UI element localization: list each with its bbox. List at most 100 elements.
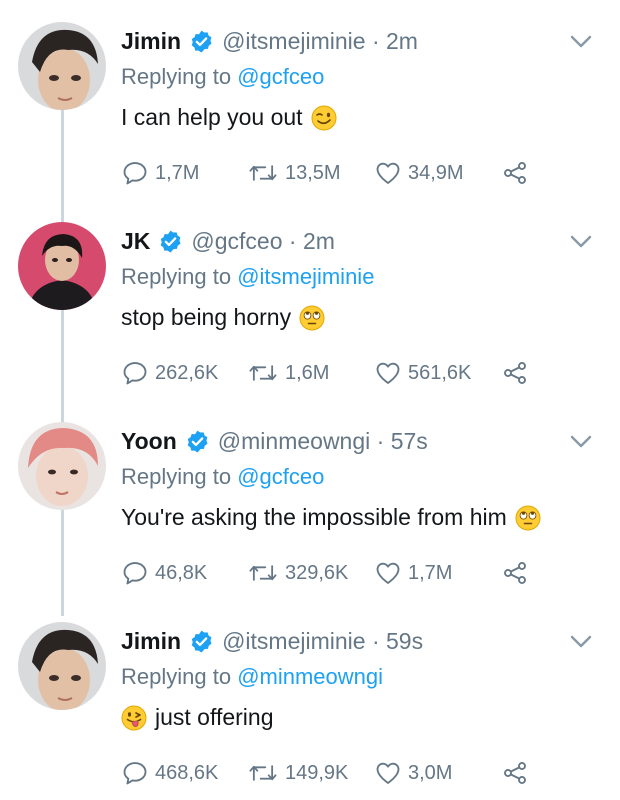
retweet-count: 149,9K [285,761,349,784]
face-with-rolling-eyes-emoji-icon [515,505,541,530]
chevron-down-icon[interactable] [570,635,592,649]
retweet-button[interactable]: 149,9K [247,758,348,788]
share-icon [504,362,526,384]
reply-count: 1,7M [155,161,200,184]
like-button[interactable]: 1,7M [374,558,452,588]
tweet-actions: 262,6K 1,6M 561,6K [121,358,541,388]
tweet-header: JK @gcfceo · 2m [121,226,335,256]
tweet-text-content: You're asking the impossible from him [121,504,507,530]
mention-link[interactable]: @itsmejiminie [237,264,374,289]
replying-to: Replying to @minmeowngi [121,664,383,690]
replying-to: Replying to @gcfceo [121,464,324,490]
tweet[interactable]: JK @gcfceo · 2m Replying to @itsmejimini… [0,200,620,400]
reply-button[interactable]: 1,7M [121,158,199,188]
avatar[interactable] [18,22,106,110]
replying-to: Replying to @gcfceo [121,64,324,90]
retweet-count: 329,6K [285,561,349,584]
avatar[interactable] [18,422,106,510]
display-name[interactable]: JK [121,228,150,255]
tweet-text: just offering [121,704,273,731]
retweet-icon [249,165,277,181]
user-handle[interactable]: @gcfceo [191,228,282,255]
heart-icon [376,162,400,184]
timestamp[interactable]: · 2m [289,228,335,255]
retweet-icon [249,365,277,381]
tweet-text: You're asking the impossible from him [121,504,541,531]
like-count: 3,0M [408,761,453,784]
avatar[interactable] [18,222,106,310]
replying-to-label: Replying to [121,464,238,489]
retweet-icon [249,765,277,781]
timestamp[interactable]: · 59s [372,628,423,655]
reply-icon [123,162,147,185]
tweet-text: stop being horny [121,304,325,331]
display-name[interactable]: Yoon [121,428,177,455]
verified-badge-icon [187,430,208,452]
reply-count: 468,6K [155,761,219,784]
retweet-button[interactable]: 13,5M [247,158,341,188]
reply-button[interactable]: 468,6K [121,758,218,788]
like-button[interactable]: 34,9M [374,158,464,188]
retweet-count: 1,6M [285,361,330,384]
verified-badge-icon [191,30,212,52]
reply-button[interactable]: 262,6K [121,358,218,388]
verified-badge-icon [161,230,181,252]
tweet-actions: 468,6K 149,9K 3,0M [121,758,541,788]
winking-face-emoji-icon [311,105,337,130]
like-count: 1,7M [408,561,453,584]
user-handle[interactable]: @minmeowngi [218,428,370,455]
tweet-text-content: just offering [155,704,274,730]
tweet[interactable]: Yoon @minmeowngi · 57s Replying to @gcfc… [0,400,620,600]
replying-to-label: Replying to [121,64,238,89]
like-button[interactable]: 3,0M [374,758,452,788]
reply-icon [123,762,147,785]
share-button[interactable] [501,758,535,788]
display-name[interactable]: Jimin [121,28,181,55]
share-icon [504,562,526,584]
share-button[interactable] [501,558,535,588]
tweet-actions: 46,8K 329,6K 1,7M [121,558,541,588]
retweet-button[interactable]: 1,6M [247,358,329,388]
share-button[interactable] [501,158,535,188]
tweet-header: Jimin @itsmejiminie · 2m [121,26,418,56]
chevron-down-icon[interactable] [570,35,592,49]
winking-face-with-tongue-emoji-icon [121,705,147,730]
replying-to-label: Replying to [121,264,238,289]
reply-icon [123,362,147,385]
user-handle[interactable]: @itsmejiminie [222,628,365,655]
replying-to: Replying to @itsmejiminie [121,264,374,290]
like-button[interactable]: 561,6K [374,358,471,388]
timestamp[interactable]: · 2m [372,28,418,55]
chevron-down-icon[interactable] [570,435,592,449]
like-count: 561,6K [408,361,472,384]
user-handle[interactable]: @itsmejiminie [222,28,365,55]
mention-link[interactable]: @minmeowngi [237,664,383,689]
heart-icon [376,762,400,784]
heart-icon [376,562,400,584]
tweet[interactable]: Jimin @itsmejiminie · 2m Replying to @gc… [0,0,620,200]
face-with-rolling-eyes-emoji-icon [299,305,325,330]
verified-badge-icon [191,630,212,652]
tweet-text: I can help you out [121,104,337,131]
share-button[interactable] [501,358,535,388]
share-icon [504,762,526,784]
timestamp[interactable]: · 57s [377,428,428,455]
tweet-text-content: stop being horny [121,304,292,330]
tweet[interactable]: Jimin @itsmejiminie · 59s Replying to @m… [0,600,620,800]
reply-button[interactable]: 46,8K [121,558,207,588]
mention-link[interactable]: @gcfceo [237,64,324,89]
retweet-button[interactable]: 329,6K [247,558,348,588]
tweet-header: Jimin @itsmejiminie · 59s [121,626,423,656]
reply-count: 46,8K [155,561,208,584]
tweet-actions: 1,7M 13,5M 34,9M [121,158,541,188]
avatar[interactable] [18,622,106,710]
display-name[interactable]: Jimin [121,628,181,655]
share-icon [504,162,526,184]
heart-icon [376,362,400,384]
mention-link[interactable]: @gcfceo [237,464,324,489]
retweet-count: 13,5M [285,161,341,184]
chevron-down-icon[interactable] [570,235,592,249]
tweet-text-content: I can help you out [121,104,303,130]
reply-icon [123,562,147,585]
tweet-header: Yoon @minmeowngi · 57s [121,426,428,456]
